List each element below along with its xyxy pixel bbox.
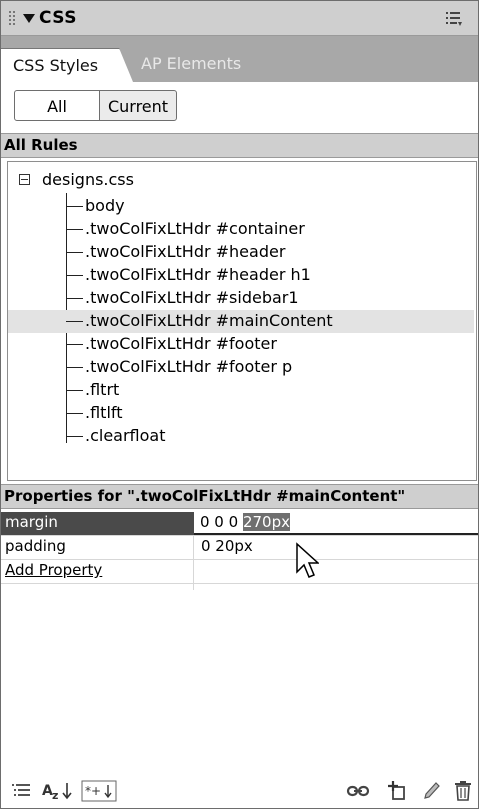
rule-label: .fltrt <box>85 380 120 399</box>
tree-branch-line <box>66 413 83 414</box>
rule-item[interactable]: .twoColFixLtHdr #header <box>8 241 474 264</box>
current-button[interactable]: Current <box>99 90 177 121</box>
properties-header: Properties for ".twoColFixLtHdr #mainCon… <box>1 484 478 509</box>
collapse-triangle-icon[interactable] <box>23 14 35 23</box>
property-row-padding[interactable]: padding 0 20px <box>1 536 478 560</box>
property-name: margin <box>5 513 58 531</box>
delete-css-rule-icon[interactable] <box>453 780 473 802</box>
rule-item[interactable]: .fltlft <box>8 402 474 425</box>
tree-branch-line <box>66 252 83 253</box>
tree-branch-line <box>66 298 83 299</box>
edit-style-icon[interactable] <box>421 780 441 802</box>
value-text: 0 0 0 <box>200 513 243 531</box>
tree-branch-line <box>66 275 83 276</box>
rule-label: .twoColFixLtHdr #sidebar1 <box>85 288 299 307</box>
rule-label: .twoColFixLtHdr #mainContent <box>85 311 333 330</box>
property-row-margin[interactable]: margin 0 0 0 270px <box>1 512 478 536</box>
tab-css-styles[interactable]: CSS Styles <box>1 48 120 83</box>
tree-branch-line <box>66 367 83 368</box>
rule-label: .twoColFixLtHdr #footer p <box>85 357 293 376</box>
rule-label: .twoColFixLtHdr #footer <box>85 334 277 353</box>
rule-item[interactable]: .twoColFixLtHdr #footer <box>8 333 474 356</box>
options-menu-icon[interactable] <box>446 11 462 27</box>
rule-label: .clearfloat <box>85 426 166 445</box>
mouse-pointer-icon <box>296 542 319 578</box>
attach-stylesheet-icon[interactable] <box>346 780 370 802</box>
tree-branch-line <box>66 436 83 437</box>
category-view-icon[interactable] <box>11 780 33 802</box>
css-panel: CSS CSS Styles AP Elements All Current A… <box>0 0 479 809</box>
rule-item[interactable]: .twoColFixLtHdr #header h1 <box>8 264 474 287</box>
tab-notch <box>119 48 133 82</box>
rule-item[interactable]: body <box>8 195 474 218</box>
panel-title-bar[interactable]: CSS <box>1 1 478 36</box>
new-css-rule-icon[interactable] <box>386 780 408 802</box>
tree-branch-line <box>66 344 83 345</box>
tree-branch-line <box>66 206 83 207</box>
drag-grip-icon[interactable] <box>9 11 15 25</box>
rule-label: .twoColFixLtHdr #header <box>85 242 286 261</box>
rule-label: .twoColFixLtHdr #header h1 <box>85 265 311 284</box>
rule-item-selected[interactable]: .twoColFixLtHdr #mainContent <box>8 310 474 333</box>
tree-branch-line <box>66 390 83 391</box>
panel-title: CSS <box>39 8 78 28</box>
add-property-link[interactable]: Add Property <box>5 561 102 579</box>
rule-item[interactable]: .clearfloat <box>8 425 474 448</box>
rule-item[interactable]: .twoColFixLtHdr #footer p <box>8 356 474 379</box>
collapse-minus-icon[interactable] <box>19 174 30 185</box>
rule-item[interactable]: .twoColFixLtHdr #container <box>8 218 474 241</box>
tab-css-styles-label: CSS Styles <box>13 56 99 75</box>
add-property-row[interactable]: Add Property <box>1 560 478 584</box>
view-toggle-row: All Current <box>1 82 478 132</box>
property-value[interactable]: 0 20px <box>201 537 253 555</box>
svg-text:*+: *+ <box>85 784 101 798</box>
rule-item[interactable]: .fltrt <box>8 379 474 402</box>
tab-ap-elements[interactable]: AP Elements <box>141 54 241 73</box>
all-button[interactable]: All <box>14 90 100 121</box>
bottom-toolbar: A z *+ <box>1 772 478 808</box>
tree-branch-line <box>66 229 83 230</box>
rule-label: body <box>85 196 125 215</box>
rule-label: .fltlft <box>85 403 123 422</box>
rules-tree[interactable]: designs.css body .twoColFixLtHdr #contai… <box>7 161 477 481</box>
rule-item[interactable]: .twoColFixLtHdr #sidebar1 <box>8 287 474 310</box>
stylesheet-name: designs.css <box>42 170 134 189</box>
property-value: 0 0 0 270px <box>200 513 290 531</box>
selected-value-text: 270px <box>242 513 290 531</box>
panel-tabs: CSS Styles AP Elements <box>1 36 478 83</box>
all-rules-header[interactable]: All Rules <box>1 133 478 158</box>
rule-label: .twoColFixLtHdr #container <box>85 219 305 238</box>
svg-text:z: z <box>52 789 58 802</box>
alphabetical-view-icon[interactable]: A z <box>41 780 77 802</box>
tree-branch-line <box>66 321 83 322</box>
property-value-input[interactable]: 0 0 0 270px <box>194 512 478 535</box>
property-name: padding <box>5 537 66 555</box>
set-properties-view-icon[interactable]: *+ <box>81 780 117 802</box>
